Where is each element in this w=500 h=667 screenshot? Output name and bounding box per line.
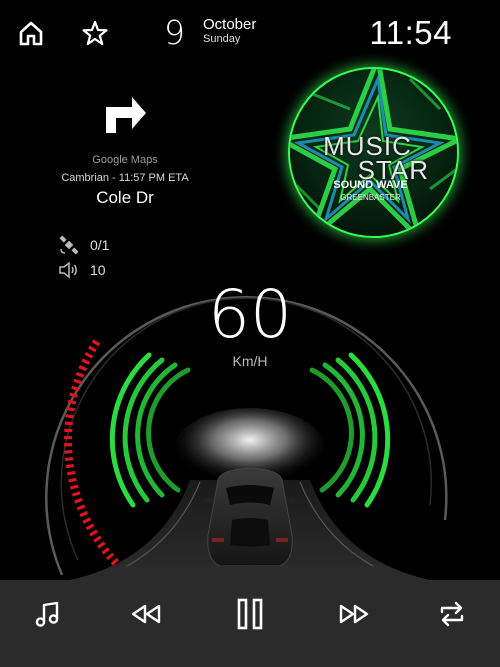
car-icon <box>204 467 296 567</box>
repeat-icon <box>440 601 464 627</box>
rewind-icon <box>131 604 161 624</box>
speed-level-tick <box>71 385 80 391</box>
fast-forward-icon <box>339 604 369 624</box>
speed-level-tick <box>68 477 77 483</box>
speed-level-tick <box>64 421 73 426</box>
sound-waves-right <box>309 352 391 508</box>
speed-level-tick <box>85 523 95 531</box>
speed-level-tick <box>64 457 74 462</box>
speed-level-tick <box>65 463 75 469</box>
speed-level-tick <box>75 371 85 378</box>
music-note-icon[interactable] <box>30 596 66 632</box>
speed-level-tick <box>79 510 89 518</box>
speed-level-tick <box>76 504 86 511</box>
speed-level-tick <box>69 392 78 398</box>
speed-level-tick <box>73 378 82 385</box>
pause-button[interactable] <box>232 596 268 632</box>
speed-level-tick <box>64 450 73 454</box>
speed-unit: Km/H <box>232 353 268 369</box>
speed-level-tick <box>82 517 92 524</box>
pause-icon <box>237 598 263 630</box>
speed-level-tick <box>93 535 102 543</box>
repeat-button[interactable] <box>434 596 470 632</box>
sound-waves-left <box>109 352 191 508</box>
speed-level-tick <box>67 399 77 405</box>
speed-level-tick <box>69 484 79 490</box>
speed-value: 60 <box>208 276 292 353</box>
speed-level-tick <box>66 470 76 476</box>
speed-level-tick <box>71 491 81 497</box>
speed-level-tick <box>66 406 75 412</box>
speed-level-tick <box>74 497 83 504</box>
speed-level-ticks <box>63 339 119 566</box>
speed-level-tick <box>101 547 110 555</box>
rewind-button[interactable] <box>128 596 164 632</box>
speed-level-tick <box>65 414 74 419</box>
speed-level-tick <box>97 541 106 549</box>
speed-level-tick <box>105 552 115 561</box>
speed-level-tick <box>89 529 98 537</box>
fast-forward-button[interactable] <box>336 596 372 632</box>
